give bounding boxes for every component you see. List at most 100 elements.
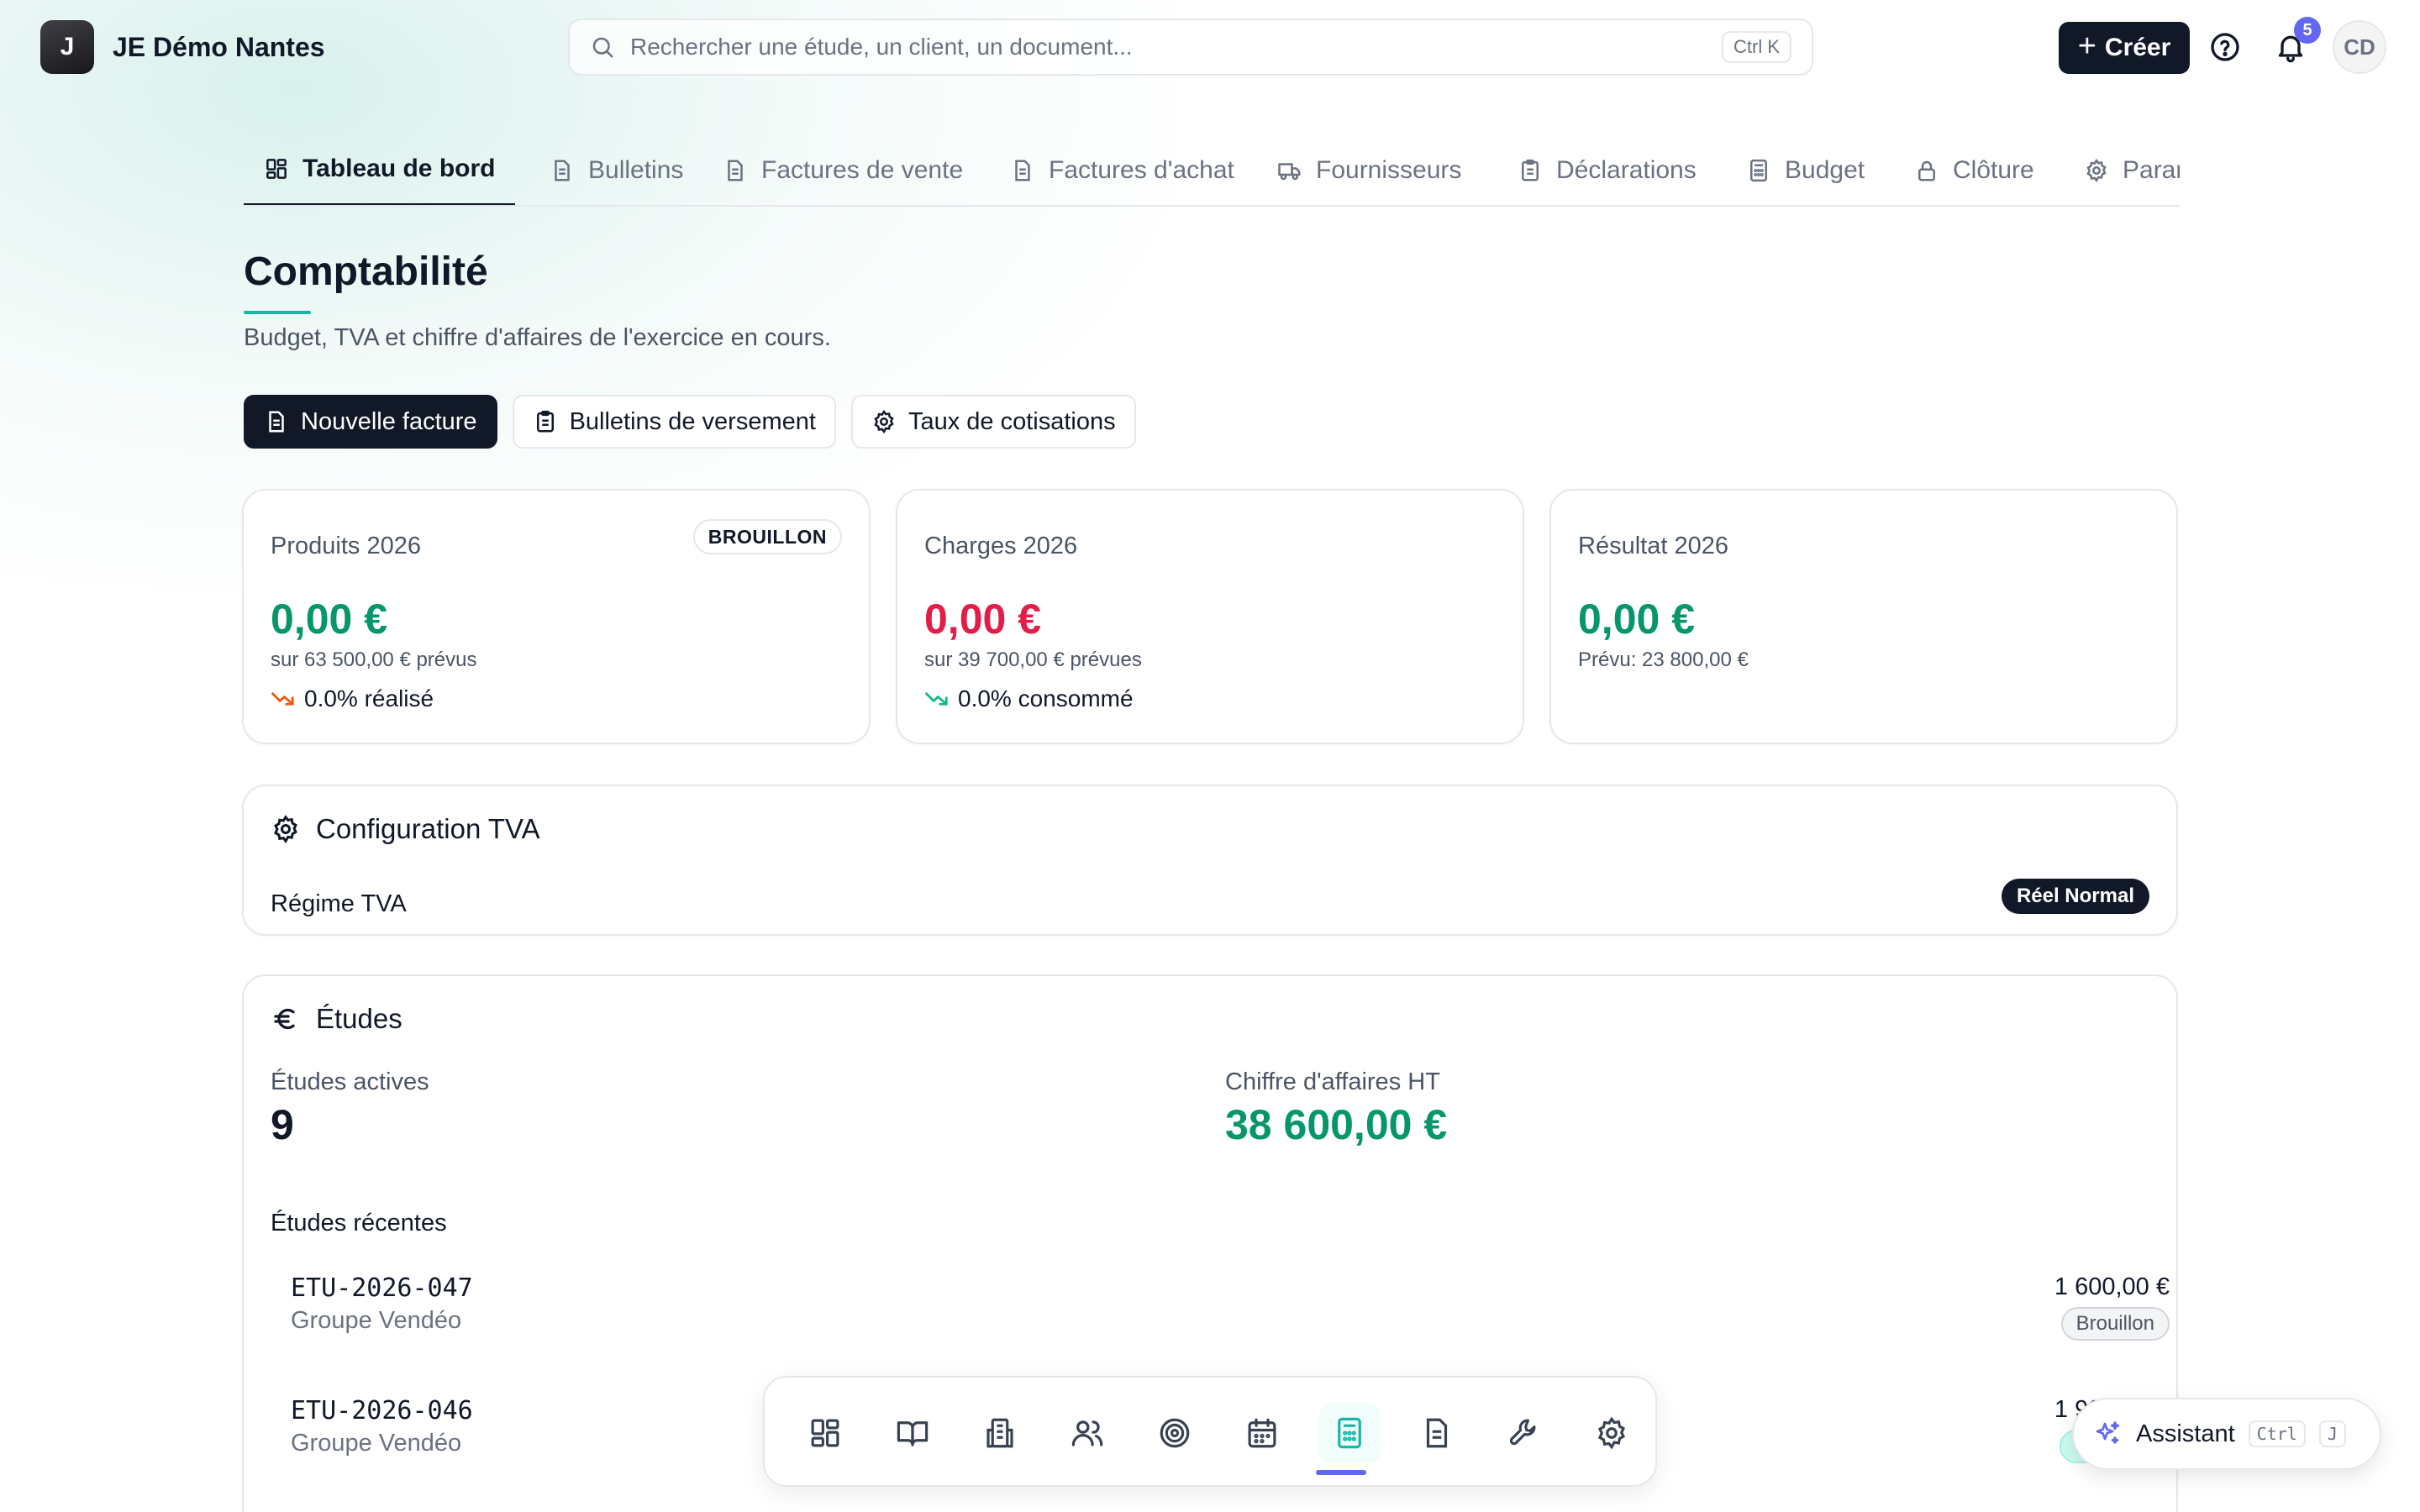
stat-card-produits: Produits 2026 BROUILLON 0,00 € sur 63 50… [242, 489, 871, 744]
assistant-label: Assistant [2136, 1420, 2235, 1447]
stat-card-charges: Charges 2026 0,00 € sur 39 700,00 € prév… [896, 489, 1524, 744]
user-avatar[interactable]: CD [2333, 20, 2386, 74]
clipboard-icon [1522, 159, 1539, 181]
tab-tableau-de-bord[interactable]: Tableau de bord [244, 134, 516, 205]
contribution-rates-button[interactable]: Taux de cotisations [850, 395, 1136, 449]
title-underline [244, 311, 311, 314]
tab-cloture[interactable]: Clôture [1894, 134, 2054, 205]
study-reference: ETU-2026-047 [291, 1273, 473, 1303]
lock-icon [1918, 160, 1935, 181]
section-title: Configuration TVA [316, 813, 540, 844]
tab-label: Déclarations [1556, 156, 1697, 184]
revenue-label: Chiffre d'affaires HT [1225, 1068, 1440, 1095]
calculator-icon [1338, 1417, 1361, 1449]
gear-icon [874, 409, 894, 434]
dock-item-building[interactable] [970, 1403, 1030, 1463]
tab-label: Factures de vente [761, 156, 964, 184]
truck-icon [1278, 163, 1301, 181]
document-icon [269, 411, 284, 433]
document-icon [1426, 1418, 1448, 1448]
tab-label: Factures d'achat [1049, 156, 1234, 184]
study-client: Groupe Vendéo [291, 1430, 462, 1457]
calendar-icon [1248, 1418, 1276, 1448]
notification-badge: 5 [2294, 17, 2321, 44]
search-icon [592, 37, 613, 58]
document-icon [555, 160, 570, 181]
section-header: Études [271, 1003, 402, 1035]
building-icon [986, 1418, 1013, 1448]
tab-label: Bulletins [588, 156, 684, 184]
button-label: Taux de cotisations [908, 407, 1116, 435]
document-icon [728, 160, 743, 181]
dashboard-icon [811, 1419, 839, 1447]
document-icon [1015, 160, 1030, 181]
trending-down-icon [925, 692, 948, 706]
stat-label: Charges 2026 [924, 533, 1078, 559]
clipboard-icon [536, 410, 554, 433]
target-icon [1160, 1418, 1190, 1448]
dock-item-document[interactable] [1407, 1403, 1467, 1463]
tab-factures-d-achat[interactable]: Factures d'achat [990, 134, 1255, 205]
study-amount: 1 600,00 € [2054, 1273, 2170, 1300]
create-button-label: Créer [2104, 34, 2171, 61]
search-shortcut: Ctrl K [1722, 31, 1791, 63]
brand-name: JE Démo Nantes [113, 31, 325, 62]
tab-budget[interactable]: Budget [1726, 134, 1885, 205]
page-title: Comptabilité [244, 249, 488, 294]
stat-trend: 0.0% réalisé [271, 685, 434, 712]
dock-item-target[interactable] [1144, 1403, 1205, 1463]
assistant-button[interactable]: Assistant Ctrl J [2072, 1398, 2381, 1470]
tva-config-card: Configuration TVA Régime TVA Réel Normal [242, 785, 2178, 936]
study-client: Groupe Vendéo [291, 1307, 462, 1334]
trending-down-icon [271, 692, 294, 706]
recent-studies-title: Études récentes [271, 1210, 447, 1236]
study-reference: ETU-2026-046 [291, 1396, 473, 1425]
dock-item-dashboard[interactable] [795, 1403, 855, 1463]
dock-item-users[interactable] [1057, 1403, 1118, 1463]
gear-icon [1597, 1416, 1626, 1450]
dock-active-indicator [1316, 1470, 1366, 1475]
dock-item-calendar[interactable] [1232, 1403, 1292, 1463]
brand[interactable]: J JE Démo Nantes [40, 20, 325, 74]
euro-icon [274, 1008, 295, 1030]
create-button[interactable]: + Créer [2059, 22, 2190, 74]
dock-item-tools[interactable] [1494, 1403, 1555, 1463]
help-icon[interactable] [2208, 30, 2242, 64]
tab-bulletins[interactable]: Bulletins [529, 134, 703, 205]
stat-card-resultat: Résultat 2026 0,00 € Prévu: 23 800,00 € [1549, 489, 2178, 744]
stat-forecast: Prévu: 23 800,00 € [1578, 648, 1749, 671]
status-badge: BROUILLON [692, 519, 842, 554]
section-header: Configuration TVA [271, 813, 540, 845]
gear-icon [274, 815, 297, 843]
stat-forecast: sur 63 500,00 € prévus [271, 648, 477, 671]
tab-factures-de-vente[interactable]: Factures de vente [702, 134, 983, 205]
dock-item-calculator[interactable] [1319, 1403, 1380, 1463]
tab-fournisseurs[interactable]: Fournisseurs [1257, 134, 1481, 205]
stat-value: 0,00 € [271, 596, 388, 643]
payment-slips-button[interactable]: Bulletins de versement [512, 395, 836, 449]
button-label: Nouvelle facture [301, 407, 477, 435]
study-row[interactable]: ETU-2026-047 Groupe Vendéo 1 600,00 € Br… [291, 1273, 2170, 1366]
button-label: Bulletins de versement [569, 407, 816, 435]
stat-value: 0,00 € [1578, 596, 1696, 643]
tab-parametres[interactable]: Paramètres [2064, 134, 2180, 205]
tab-label: Fournisseurs [1316, 156, 1462, 184]
dock-item-book[interactable] [882, 1403, 943, 1463]
tab-declarations[interactable]: Déclarations [1497, 134, 1717, 205]
stat-trend: 0.0% consommé [924, 685, 1134, 712]
stat-label: Résultat 2026 [1578, 533, 1728, 559]
book-icon [897, 1421, 929, 1446]
regime-badge: Réel Normal [2001, 879, 2149, 914]
brand-logo: J [40, 20, 94, 74]
new-invoice-button[interactable]: Nouvelle facture [244, 395, 497, 449]
stat-forecast: sur 39 700,00 € prévues [924, 648, 1142, 671]
regime-label: Régime TVA [271, 890, 407, 917]
tab-label: Paramètres [2123, 156, 2180, 184]
search-bar[interactable]: Rechercher une étude, un client, un docu… [568, 18, 1813, 76]
dashboard-icon [266, 159, 287, 179]
bottom-dock [763, 1376, 1657, 1487]
dock-item-settings[interactable] [1581, 1403, 1642, 1463]
gear-icon [2086, 158, 2107, 183]
shortcut-key: J [2318, 1420, 2346, 1447]
search-input[interactable]: Rechercher une étude, un client, un docu… [630, 34, 1722, 60]
